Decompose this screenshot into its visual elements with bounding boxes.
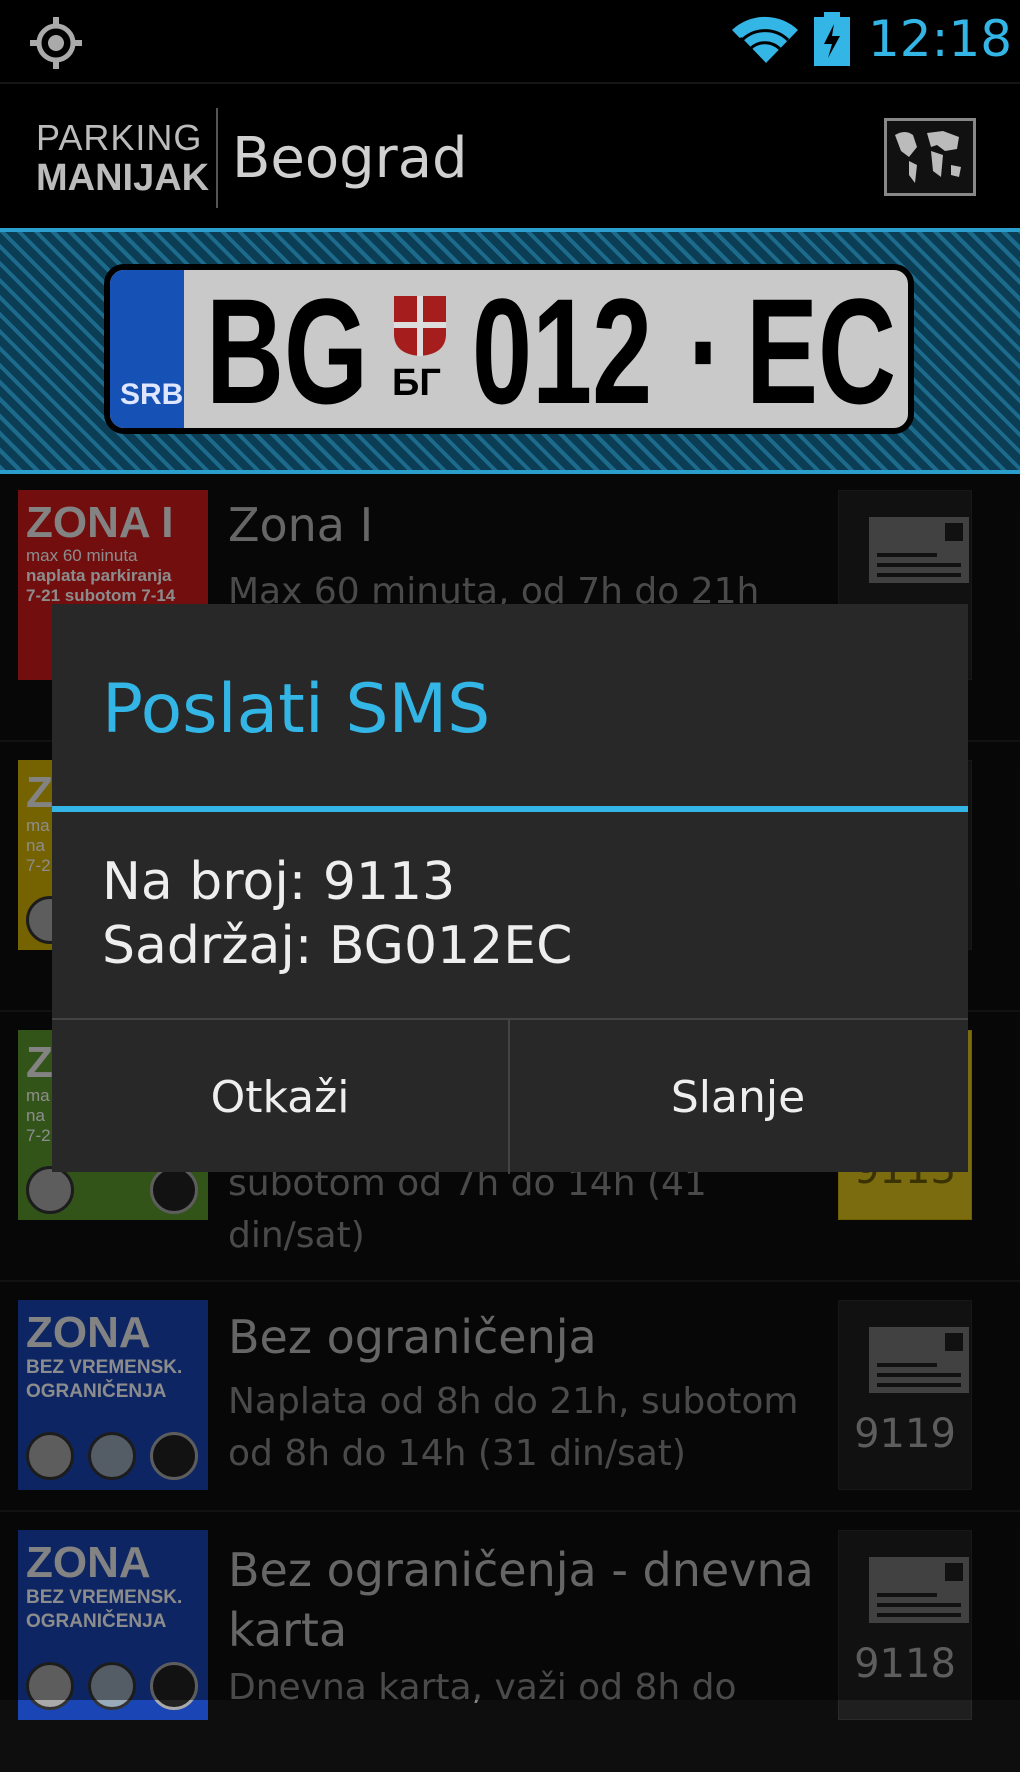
dialog-button-bar: Otkaži Slanje (52, 1018, 968, 1174)
city-title[interactable]: Beograd (232, 126, 468, 191)
battery-charging-icon (814, 12, 850, 66)
logo-line2: MANIJAK (36, 157, 210, 199)
send-button[interactable]: Slanje (510, 1020, 966, 1174)
license-plate[interactable]: SRB BG БГ 012 · EC (104, 264, 914, 434)
plate-suffix: EC (746, 267, 897, 434)
status-bar: 12:18 (0, 0, 1020, 82)
cancel-button[interactable]: Otkaži (52, 1020, 508, 1174)
gps-icon (30, 17, 82, 69)
app-logo[interactable]: PARKING MANIJAK (36, 117, 210, 199)
plate-city-code-cyrillic: БГ (392, 362, 441, 404)
logo-line1: PARKING (36, 117, 203, 158)
dialog-content-line: Sadržaj: BG012EC (102, 916, 573, 976)
plate-country-code: SRB (120, 378, 184, 411)
wifi-icon (732, 16, 798, 66)
plate-city-code: BG (206, 267, 368, 434)
world-map-icon (895, 131, 961, 183)
dialog-title: Poslati SMS (102, 670, 491, 749)
dialog-number-line: Na broj: 9113 (102, 852, 456, 912)
dialog-title-divider (52, 806, 968, 812)
plate-separator: · (688, 267, 724, 434)
title-divider (216, 108, 218, 208)
action-bar: PARKING MANIJAK Beograd (0, 82, 1020, 230)
plate-number: 012 (472, 267, 653, 434)
serbia-coat-of-arms-icon (394, 296, 446, 356)
map-button[interactable] (884, 118, 976, 196)
dialog-message: Na broj: 9113 Sadržaj: BG012EC (102, 850, 572, 978)
send-sms-dialog: Poslati SMS Na broj: 9113 Sadržaj: BG012… (52, 604, 968, 1174)
status-clock: 12:18 (868, 10, 1013, 68)
